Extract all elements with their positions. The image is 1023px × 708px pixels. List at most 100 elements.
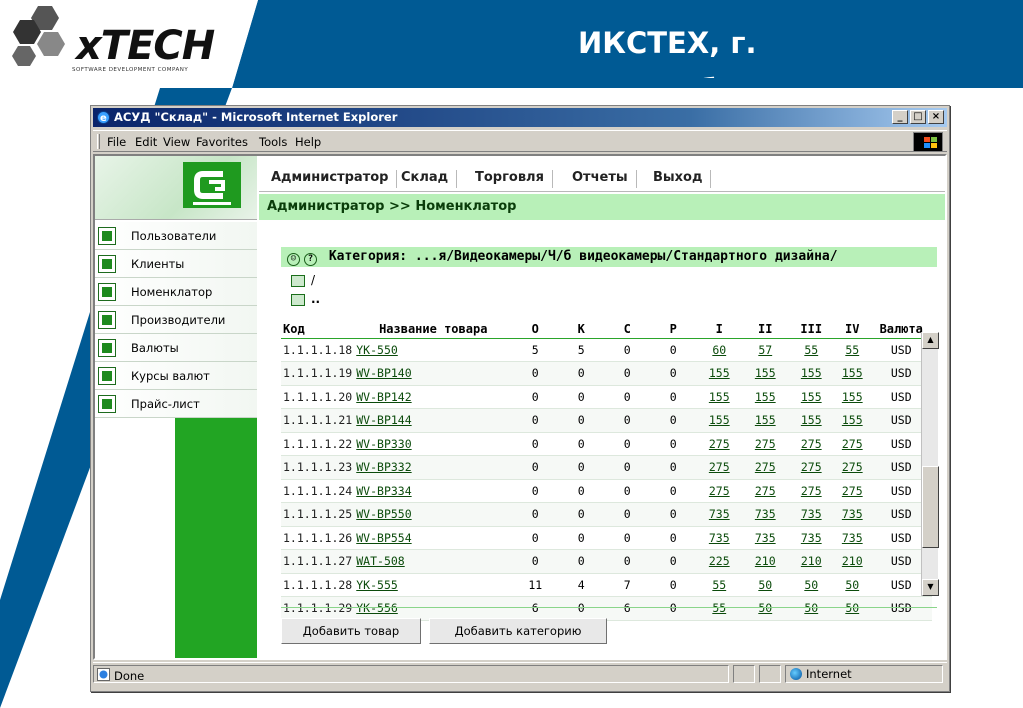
- folder-up-icon: [291, 293, 305, 306]
- sidebar-item-exchange-rates[interactable]: Курсы валют: [95, 362, 257, 390]
- scroll-up-icon[interactable]: ▲: [922, 332, 939, 349]
- add-category-button[interactable]: Добавить категорию: [429, 618, 607, 644]
- row-price-3-link[interactable]: 735: [801, 531, 822, 545]
- row-price-3-link[interactable]: 55: [804, 343, 818, 357]
- row-code: 1.1.1.1.20: [281, 385, 355, 409]
- up-folder-row[interactable]: ..: [291, 292, 320, 306]
- row-p: 0: [650, 526, 697, 550]
- row-price-4-link[interactable]: 50: [845, 578, 859, 592]
- row-price-1-link[interactable]: 735: [709, 507, 730, 521]
- row-name-link[interactable]: WV-BP330: [356, 437, 411, 451]
- row-price-2-link[interactable]: 275: [755, 484, 776, 498]
- root-folder-row[interactable]: /: [291, 273, 315, 287]
- row-price-4-link[interactable]: 275: [842, 437, 863, 451]
- col-code: Код: [281, 320, 355, 339]
- menu-help[interactable]: Help: [295, 135, 321, 149]
- sidebar-item-manufacturers[interactable]: Производители: [95, 306, 257, 334]
- row-price-4-link[interactable]: 155: [842, 390, 863, 404]
- row-price-1-link[interactable]: 55: [712, 601, 726, 615]
- add-product-button[interactable]: Добавить товар: [281, 618, 421, 644]
- row-price-4-link[interactable]: 155: [842, 366, 863, 380]
- tab-admin[interactable]: Администратор: [263, 170, 398, 188]
- row-price-3-link[interactable]: 155: [801, 413, 822, 427]
- menu-favorites[interactable]: Favorites: [196, 135, 248, 149]
- help-icon[interactable]: ?: [304, 253, 317, 266]
- menu-edit[interactable]: Edit: [135, 135, 157, 149]
- sidebar-item-catalog[interactable]: Номенклатор: [95, 278, 257, 306]
- row-price-1-link[interactable]: 60: [712, 343, 726, 357]
- minimize-button[interactable]: _: [892, 110, 908, 124]
- sidebar-item-users[interactable]: Пользователи: [95, 222, 257, 250]
- row-price-2-link[interactable]: 155: [755, 366, 776, 380]
- row-price-2-link[interactable]: 735: [755, 531, 776, 545]
- row-price-2-link[interactable]: 275: [755, 460, 776, 474]
- row-price-2-link[interactable]: 275: [755, 437, 776, 451]
- close-button[interactable]: ×: [928, 110, 944, 124]
- row-price-1-link[interactable]: 155: [709, 366, 730, 380]
- tab-warehouse[interactable]: Склад: [393, 170, 458, 188]
- row-price-1-link[interactable]: 155: [709, 390, 730, 404]
- row-price-4-link[interactable]: 210: [842, 554, 863, 568]
- scroll-thumb[interactable]: [922, 466, 939, 548]
- row-name-link[interactable]: WV-BP140: [356, 366, 411, 380]
- row-price-1-link[interactable]: 275: [709, 437, 730, 451]
- menu-view[interactable]: View: [163, 135, 190, 149]
- row-price-4-link[interactable]: 50: [845, 601, 859, 615]
- row-price-4-link[interactable]: 275: [842, 460, 863, 474]
- row-price-3-link[interactable]: 155: [801, 366, 822, 380]
- row-price-4-link[interactable]: 735: [842, 507, 863, 521]
- row-price-4-link[interactable]: 735: [842, 531, 863, 545]
- row-name-link[interactable]: WV-BP550: [356, 507, 411, 521]
- window-titlebar[interactable]: e АСУД "Склад" - Microsoft Internet Expl…: [93, 108, 947, 127]
- row-price-4-link[interactable]: 55: [845, 343, 859, 357]
- row-name-link[interactable]: WV-BP144: [356, 413, 411, 427]
- row-price-3-link[interactable]: 275: [801, 460, 822, 474]
- row-price-4-link[interactable]: 275: [842, 484, 863, 498]
- row-name-link[interactable]: WV-BP554: [356, 531, 411, 545]
- row-k: 0: [558, 385, 605, 409]
- vertical-scrollbar[interactable]: ▲ ▼: [921, 332, 939, 596]
- row-price-2-link[interactable]: 50: [758, 601, 772, 615]
- row-price-2-link[interactable]: 57: [758, 343, 772, 357]
- row-name-link[interactable]: WAT-508: [356, 554, 404, 568]
- sidebar-item-pricelist[interactable]: Прайс-лист: [95, 390, 257, 418]
- row-price-3-link[interactable]: 50: [804, 601, 818, 615]
- sidebar-item-currencies[interactable]: Валюты: [95, 334, 257, 362]
- menu-file[interactable]: File: [107, 135, 126, 149]
- row-price-3-link[interactable]: 275: [801, 484, 822, 498]
- row-price-4-link[interactable]: 155: [842, 413, 863, 427]
- scroll-down-icon[interactable]: ▼: [922, 579, 939, 596]
- settings-icon[interactable]: ☺: [287, 253, 300, 266]
- menu-tools[interactable]: Tools: [259, 135, 287, 149]
- row-price-1-link[interactable]: 55: [712, 578, 726, 592]
- sidebar-item-clients[interactable]: Клиенты: [95, 250, 257, 278]
- row-name-link[interactable]: WV-BP334: [356, 484, 411, 498]
- row-price-2-link[interactable]: 155: [755, 413, 776, 427]
- row-price-2-link[interactable]: 50: [758, 578, 772, 592]
- row-price-2-link[interactable]: 210: [755, 554, 776, 568]
- row-name-link[interactable]: YK-556: [356, 601, 398, 615]
- tab-reports[interactable]: Отчеты: [564, 170, 637, 188]
- tab-exit[interactable]: Выход: [645, 170, 712, 188]
- row-price-1-link[interactable]: 155: [709, 413, 730, 427]
- row-price-1-link[interactable]: 225: [709, 554, 730, 568]
- row-name-link[interactable]: YK-550: [356, 343, 398, 357]
- tab-trade[interactable]: Торговля: [467, 170, 553, 188]
- row-name-link[interactable]: YK-555: [356, 578, 398, 592]
- row-price-3-link[interactable]: 50: [804, 578, 818, 592]
- row-name-link[interactable]: WV-BP332: [356, 460, 411, 474]
- svg-text:e: e: [100, 113, 107, 124]
- row-price-1-cell: 55: [696, 573, 743, 597]
- row-price-3-link[interactable]: 735: [801, 507, 822, 521]
- row-price-2-link[interactable]: 735: [755, 507, 776, 521]
- row-price-1-link[interactable]: 275: [709, 460, 730, 474]
- row-name-link[interactable]: WV-BP142: [356, 390, 411, 404]
- row-price-3-link[interactable]: 210: [801, 554, 822, 568]
- maximize-button[interactable]: □: [910, 110, 926, 124]
- row-price-1-link[interactable]: 275: [709, 484, 730, 498]
- row-price-1-link[interactable]: 735: [709, 531, 730, 545]
- row-c: 0: [604, 479, 651, 503]
- row-price-3-link[interactable]: 155: [801, 390, 822, 404]
- row-price-3-link[interactable]: 275: [801, 437, 822, 451]
- row-price-2-link[interactable]: 155: [755, 390, 776, 404]
